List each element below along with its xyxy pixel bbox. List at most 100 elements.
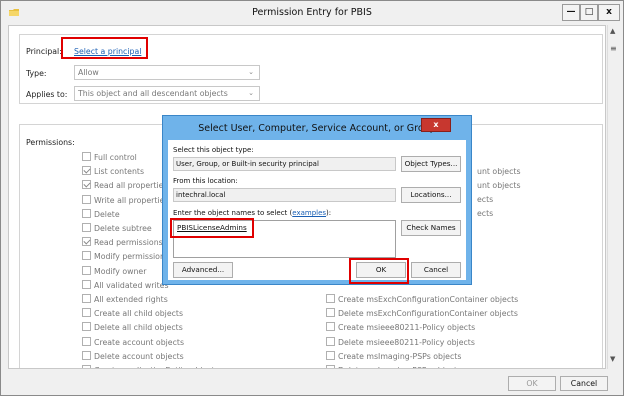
permission-label: Modify owner [94, 266, 147, 276]
permission-label: Delete account objects [94, 351, 184, 361]
permission-label-partial: ects [477, 195, 494, 204]
permission-checkbox[interactable]: All extended rights [82, 294, 168, 306]
permission-checkbox[interactable]: All validated writes [82, 279, 169, 292]
permission-checkbox[interactable]: Delete msExchConfigurationContainer obje… [326, 308, 518, 320]
checkbox[interactable] [82, 237, 91, 247]
checkbox[interactable] [82, 322, 91, 332]
checkbox[interactable] [326, 308, 335, 318]
checkbox[interactable] [82, 152, 91, 161]
permission-label: Create account objects [94, 337, 185, 347]
checkbox[interactable] [82, 194, 91, 204]
permission-checkbox[interactable]: Modify owner [82, 265, 147, 278]
checkbox[interactable] [82, 166, 91, 176]
checkbox[interactable] [82, 265, 91, 275]
permission-checkbox[interactable]: Create msImaging-PSPs objects [326, 350, 461, 363]
object-type-label: Select this object type: [173, 146, 254, 154]
checkbox[interactable] [82, 350, 91, 360]
checkbox[interactable] [82, 308, 91, 318]
permission-label: Delete msExchConfigurationContainer obje… [338, 309, 518, 319]
permission-checkbox[interactable]: Delete subtree [82, 223, 152, 235]
checkbox[interactable] [82, 251, 91, 261]
check-names-button[interactable]: Check Names [401, 220, 461, 236]
checkbox[interactable] [82, 279, 91, 289]
permission-label: All validated writes [94, 280, 169, 290]
permission-checkbox[interactable]: List contents [82, 166, 144, 178]
type-dropdown[interactable]: Allow ⌄ [74, 65, 260, 80]
permission-checkbox[interactable]: Create applicationEntity objects [82, 365, 219, 368]
scroll-up-icon[interactable]: ▲ [610, 27, 615, 35]
permission-checkbox[interactable]: Create msieee80211-Policy objects [326, 322, 475, 334]
advanced-button[interactable]: Advanced... [173, 262, 233, 278]
scroll-thumb-grip-icon[interactable]: ≡ [610, 44, 617, 53]
permission-label: Create msieee80211-Policy objects [338, 323, 476, 333]
type-label: Type: [26, 69, 47, 78]
checkbox[interactable] [82, 208, 91, 218]
permission-checkbox[interactable]: Full control [82, 152, 137, 164]
permission-label: Delete all child objects [94, 323, 183, 333]
permission-label-partial: unt objects [477, 167, 521, 176]
object-type-field: User, Group, or Built-in security princi… [173, 157, 396, 171]
permission-checkbox[interactable]: Modify permissions [82, 251, 169, 263]
permission-label-partial: unt objects [477, 181, 521, 190]
permission-label: All extended rights [94, 295, 168, 304]
scroll-down-icon[interactable]: ▼ [610, 355, 615, 363]
checkbox[interactable] [82, 294, 91, 303]
permission-checkbox[interactable]: Create all child objects [82, 308, 183, 320]
permission-checkbox[interactable]: Delete account objects [82, 350, 184, 363]
permission-checkbox[interactable]: Delete [82, 208, 120, 221]
highlight-box-name-input [170, 218, 254, 238]
checkbox[interactable] [82, 336, 91, 346]
checkbox[interactable] [326, 336, 335, 346]
checkbox[interactable] [82, 365, 91, 368]
highlight-box-principal [61, 37, 148, 59]
checkbox[interactable] [326, 350, 335, 360]
permission-checkbox[interactable]: Create msExchConfigurationContainer obje… [326, 294, 518, 306]
principal-label: Principal: [26, 47, 62, 56]
permission-label: Create msExchConfigurationContainer obje… [338, 295, 519, 304]
chevron-down-icon: ⌄ [248, 89, 254, 97]
vertical-scrollbar[interactable]: ▲ ≡ ▼ [607, 25, 620, 369]
permission-label: Full control [94, 153, 137, 162]
permission-checkbox[interactable]: Delete msImaging-PSPs objects [326, 365, 461, 368]
checkbox[interactable] [82, 180, 91, 190]
maximize-button[interactable]: □ [580, 4, 598, 21]
permission-label: Read permissions [94, 238, 163, 248]
enter-names-label-suffix: ): [326, 209, 332, 217]
applies-to-dropdown[interactable]: This object and all descendant objects ⌄ [74, 86, 260, 101]
checkbox[interactable] [326, 322, 335, 332]
permission-checkbox[interactable]: Write all properties [82, 194, 169, 207]
checkbox[interactable] [326, 294, 335, 303]
object-types-button[interactable]: Object Types... [401, 156, 461, 172]
locations-button[interactable]: Locations... [401, 187, 461, 203]
checkbox[interactable] [326, 365, 335, 368]
permission-checkbox[interactable]: Read all properties [82, 180, 167, 192]
enter-names-label: Enter the object names to select (exampl… [173, 209, 331, 217]
dialog-cancel-button[interactable]: Cancel [411, 262, 461, 278]
location-label: From this location: [173, 177, 238, 185]
checkbox[interactable] [82, 223, 91, 232]
permission-label: Write all properties [94, 195, 169, 205]
permission-label: Create applicationEntity objects [94, 366, 219, 368]
type-value: Allow [78, 68, 99, 77]
dialog-body: Select this object type: User, Group, or… [168, 140, 466, 280]
examples-link[interactable]: examples [292, 209, 326, 217]
window-title: Permission Entry for PBIS [252, 7, 372, 18]
permission-label: Delete msImaging-PSPs objects [338, 366, 461, 368]
permission-label: Delete [94, 209, 120, 219]
applies-to-value: This object and all descendant objects [78, 89, 228, 98]
permission-label: List contents [94, 167, 145, 177]
permission-checkbox[interactable]: Delete msieee80211-Policy objects [326, 336, 475, 349]
title-bar[interactable]: Permission Entry for PBIS — □ x [1, 1, 623, 25]
applies-to-label: Applies to: [26, 90, 68, 99]
cancel-button[interactable]: Cancel [560, 376, 608, 391]
permission-checkbox[interactable]: Create account objects [82, 336, 185, 349]
permission-label: Create all child objects [94, 309, 184, 319]
permission-checkbox[interactable]: Delete all child objects [82, 322, 183, 334]
permissions-label: Permissions: [26, 138, 75, 147]
permission-checkbox[interactable]: Read permissions [82, 237, 163, 249]
close-button[interactable]: x [598, 4, 620, 21]
dialog-close-button[interactable]: x [421, 118, 451, 132]
ok-button[interactable]: OK [508, 376, 556, 391]
minimize-button[interactable]: — [562, 4, 580, 21]
permission-label-partial: ects [477, 209, 494, 218]
